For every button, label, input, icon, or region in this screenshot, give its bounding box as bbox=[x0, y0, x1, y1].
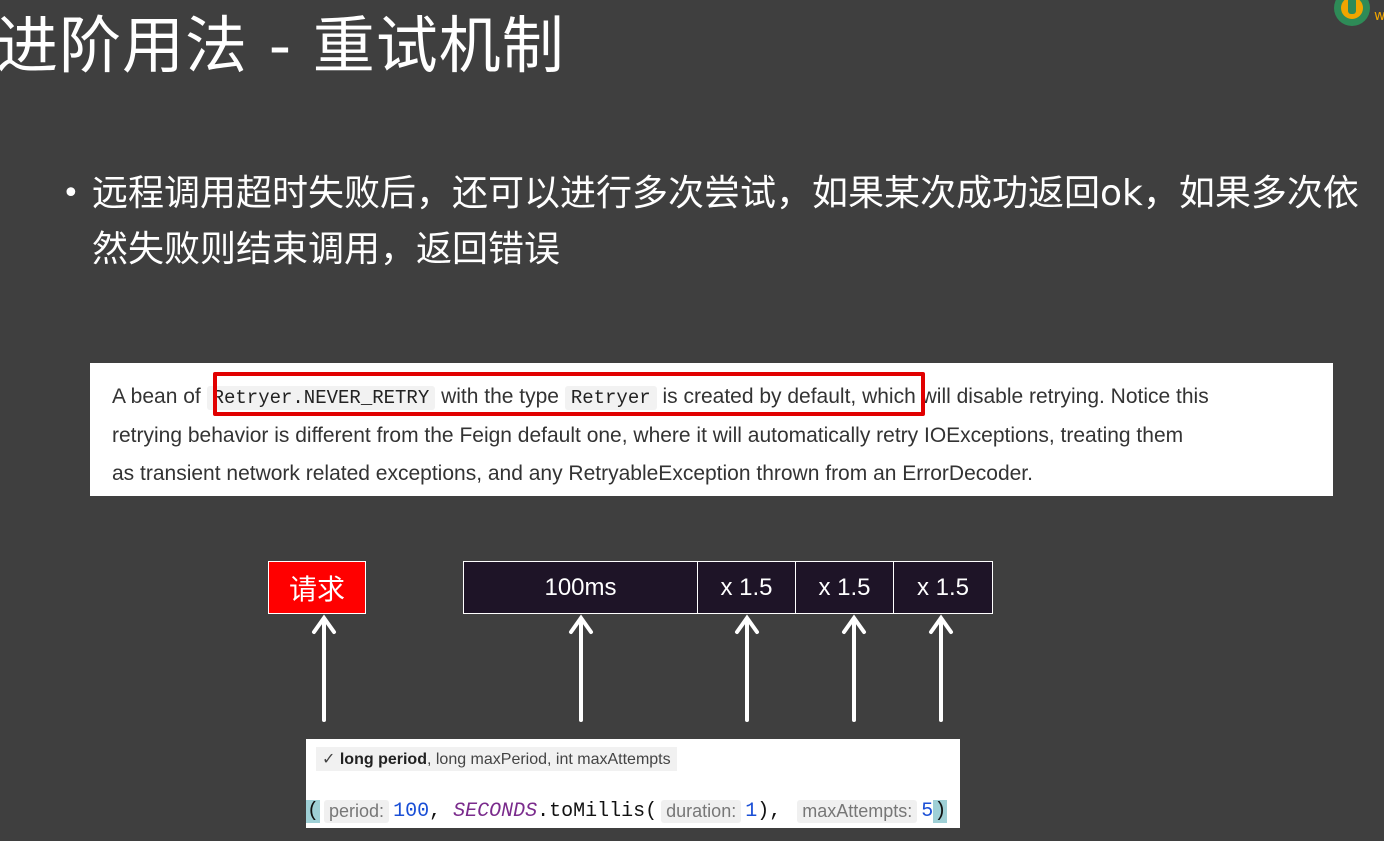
segment-initial-period: 100ms bbox=[464, 562, 698, 613]
check-icon: ✓ bbox=[322, 751, 336, 768]
logo-icon: w bbox=[1334, 0, 1384, 26]
retry-timeline: 100ms x 1.5 x 1.5 x 1.5 bbox=[463, 561, 993, 614]
arrow-up-icon bbox=[312, 614, 336, 722]
bullet-point: • 远程调用超时失败后，还可以进行多次尝试，如果某次成功返回ok，如果多次依然失… bbox=[62, 166, 1372, 278]
constant-seconds: SECONDS bbox=[453, 800, 538, 823]
tooltip-signature: ✓ long period, long maxPeriod, int maxAt… bbox=[316, 747, 677, 771]
comma: , bbox=[429, 800, 442, 823]
method-tomillis: .toMillis( bbox=[537, 800, 658, 823]
segment-multiplier-3: x 1.5 bbox=[916, 573, 970, 601]
segment-multiplier-1: x 1.5 bbox=[698, 562, 796, 613]
slide-title: 进阶用法 - 重试机制 bbox=[0, 9, 565, 82]
doc-line-3: as transient network related exceptions,… bbox=[112, 462, 1033, 485]
parameter-info-tooltip: ✓ long period, long maxPeriod, int maxAt… bbox=[306, 739, 712, 781]
code-line[interactable]: ( period: 100 , SECONDS .toMillis( durat… bbox=[306, 795, 960, 828]
arrow-up-icon bbox=[569, 614, 593, 722]
bullet-dot-icon: • bbox=[62, 176, 80, 211]
svg-text:w: w bbox=[1374, 8, 1384, 24]
value-period: 100 bbox=[393, 800, 430, 823]
request-box: 请求 bbox=[268, 561, 366, 614]
tooltip-param-bold: long period bbox=[339, 751, 427, 768]
arrow-up-icon bbox=[735, 614, 759, 722]
hint-period: period: bbox=[324, 800, 390, 823]
hint-duration: duration: bbox=[661, 800, 742, 823]
segment-multiplier-2: x 1.5 bbox=[796, 562, 894, 613]
tooltip-param-rest: , long maxPeriod, int maxAttempts bbox=[426, 751, 671, 768]
doc-line-2: retrying behavior is different from the … bbox=[112, 424, 1184, 447]
paren-open: ( bbox=[306, 800, 321, 823]
arrow-up-icon bbox=[929, 614, 953, 722]
bullet-text: 远程调用超时失败后，还可以进行多次尝试，如果某次成功返回ok，如果多次依然失败则… bbox=[92, 173, 1359, 270]
close-paren-comma: ), bbox=[757, 800, 782, 823]
highlight-box bbox=[213, 372, 925, 416]
doc-text: A bean of bbox=[112, 385, 207, 408]
arrow-up-icon bbox=[842, 614, 866, 722]
value-max-attempts: 5 bbox=[921, 800, 934, 823]
hint-max-attempts: maxAttempts: bbox=[797, 800, 918, 823]
paren-close: ) bbox=[933, 800, 948, 823]
value-duration: 1 bbox=[745, 800, 758, 823]
